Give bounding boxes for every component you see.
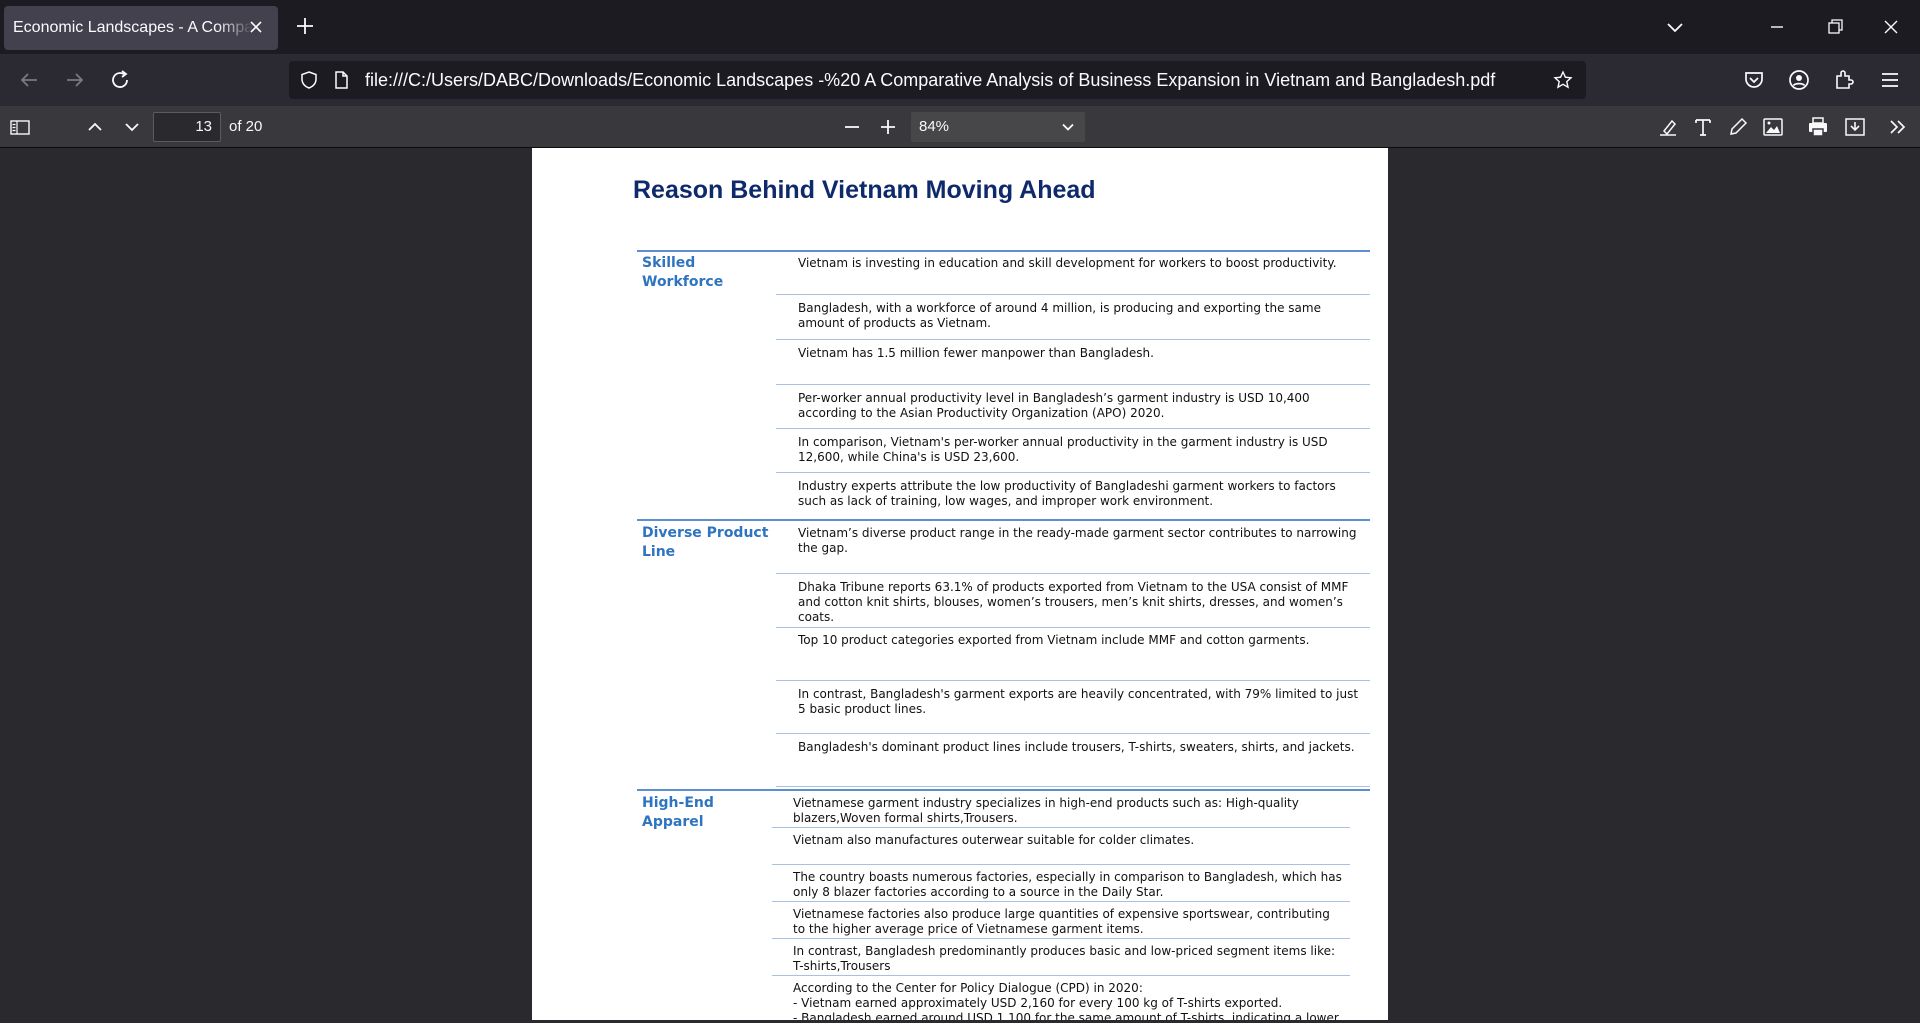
zoom-out-icon[interactable] xyxy=(840,115,864,139)
section-row: Vietnam also manufactures outerwear suit… xyxy=(793,833,1195,847)
highlight-icon[interactable] xyxy=(1656,115,1680,139)
close-window-icon[interactable] xyxy=(1880,16,1902,38)
url-text: file:///C:/Users/DABC/Downloads/Economic… xyxy=(365,70,1496,90)
section-row: The country boasts numerous factories, e… xyxy=(793,870,1342,899)
section-row: Per-worker annual productivity level in … xyxy=(798,391,1310,420)
account-icon[interactable] xyxy=(1787,68,1811,92)
bookmark-star-icon[interactable] xyxy=(1553,70,1573,90)
section-divider xyxy=(637,519,1370,521)
next-page-icon[interactable] xyxy=(120,115,144,139)
sidebar-toggle-icon[interactable] xyxy=(8,115,32,139)
tab-title: Economic Landscapes - A Comparative Anal… xyxy=(13,19,253,36)
section-row: In contrast, Bangladesh predominantly pr… xyxy=(793,944,1336,973)
row-divider xyxy=(776,786,1370,787)
extensions-puzzle-icon[interactable] xyxy=(1832,68,1856,92)
zoom-in-icon[interactable] xyxy=(876,115,900,139)
row-divider xyxy=(772,938,1350,939)
zoom-value: 84% xyxy=(919,118,950,135)
section-divider xyxy=(637,789,1370,791)
section-row: Vietnam has 1.5 million fewer manpower t… xyxy=(798,346,1154,360)
section-row: Vietnam’s diverse product range in the r… xyxy=(798,526,1357,555)
section-row: Bangladesh, with a workforce of around 4… xyxy=(798,301,1321,330)
row-divider xyxy=(772,827,1350,828)
app-menu-icon[interactable] xyxy=(1878,68,1902,92)
previous-page-icon[interactable] xyxy=(83,115,107,139)
section-row: Bangladesh's dominant product lines incl… xyxy=(798,740,1355,754)
page-count-label: of 20 xyxy=(229,118,263,135)
tab-active[interactable]: Economic Landscapes - A Comparative Anal… xyxy=(4,6,278,50)
row-divider xyxy=(772,975,1350,976)
section-label-diverse-product-line: Diverse Product Line xyxy=(642,525,769,560)
section-row: According to the Center for Policy Dialo… xyxy=(793,981,1339,1020)
restore-icon[interactable] xyxy=(1824,16,1846,38)
row-divider xyxy=(776,384,1370,385)
page-file-icon[interactable] xyxy=(331,70,351,90)
page-number-input[interactable]: 13 xyxy=(153,112,221,142)
pdf-page: Reason Behind Vietnam Moving Ahead Skill… xyxy=(532,148,1388,1020)
document-title: Reason Behind Vietnam Moving Ahead xyxy=(633,176,1096,204)
tab-strip: Economic Landscapes - A Comparative Anal… xyxy=(0,0,1920,54)
reload-icon[interactable] xyxy=(108,68,132,92)
row-divider xyxy=(776,573,1370,574)
row-divider xyxy=(776,472,1370,473)
new-tab-icon[interactable] xyxy=(294,15,316,37)
section-row: Vietnamese factories also produce large … xyxy=(793,907,1330,936)
back-icon[interactable] xyxy=(17,68,41,92)
address-bar[interactable]: file:///C:/Users/DABC/Downloads/Economic… xyxy=(289,61,1586,99)
row-divider xyxy=(772,864,1350,865)
row-divider xyxy=(776,680,1370,681)
add-image-icon[interactable] xyxy=(1761,115,1785,139)
pdf-viewer[interactable]: Reason Behind Vietnam Moving Ahead Skill… xyxy=(0,148,1920,1023)
row-divider xyxy=(776,428,1370,429)
row-divider xyxy=(776,733,1370,734)
tracking-protection-shield-icon[interactable] xyxy=(299,70,319,90)
section-divider xyxy=(637,250,1370,252)
draw-pen-icon[interactable] xyxy=(1726,115,1750,139)
list-all-tabs-icon[interactable] xyxy=(1664,16,1686,38)
row-divider xyxy=(776,627,1370,628)
section-label-high-end-apparel: High-End Apparel xyxy=(642,795,714,830)
row-divider xyxy=(776,339,1370,340)
tools-overflow-icon[interactable] xyxy=(1886,115,1910,139)
pocket-icon[interactable] xyxy=(1742,68,1766,92)
print-icon[interactable] xyxy=(1806,115,1830,139)
pdf-toolbar: 13 of 20 84% xyxy=(0,106,1920,148)
row-divider xyxy=(776,294,1370,295)
close-tab-icon[interactable] xyxy=(246,17,266,37)
section-row: Vietnamese garment industry specializes … xyxy=(793,796,1299,825)
minimize-icon[interactable] xyxy=(1766,16,1788,38)
section-row: Dhaka Tribune reports 63.1% of products … xyxy=(798,580,1349,624)
zoom-select[interactable]: 84% xyxy=(911,112,1085,142)
section-row: In contrast, Bangladesh's garment export… xyxy=(798,687,1359,716)
navigation-bar: file:///C:/Users/DABC/Downloads/Economic… xyxy=(0,54,1920,106)
row-divider xyxy=(772,901,1350,902)
save-download-icon[interactable] xyxy=(1843,115,1867,139)
text-tool-icon[interactable] xyxy=(1691,115,1715,139)
section-label-skilled-workforce: Skilled Workforce xyxy=(642,255,724,290)
section-row: Industry experts attribute the low produ… xyxy=(798,479,1336,508)
forward-icon[interactable] xyxy=(63,68,87,92)
section-row: Top 10 product categories exported from … xyxy=(798,633,1310,647)
section-row: In comparison, Vietnam's per-worker annu… xyxy=(798,435,1328,464)
chevron-down-icon xyxy=(1062,123,1074,131)
section-row: Vietnam is investing in education and sk… xyxy=(798,256,1337,270)
